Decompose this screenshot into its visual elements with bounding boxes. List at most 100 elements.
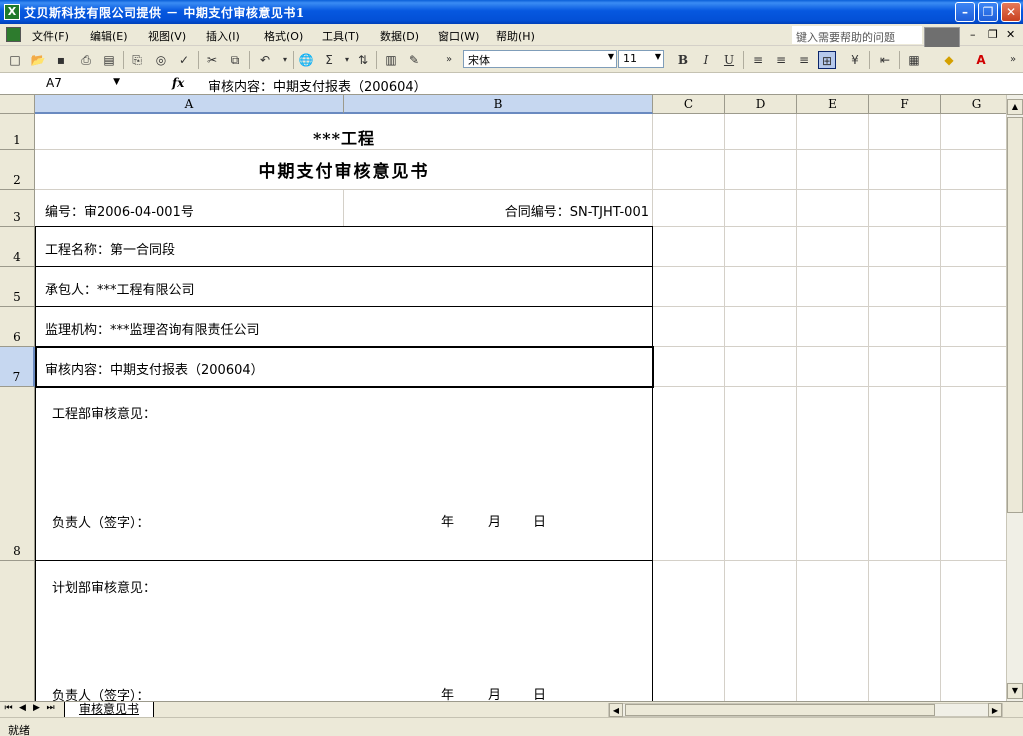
scroll-down-icon[interactable]: ▼ [1007,683,1023,699]
prev-sheet-icon[interactable]: ◀ [16,703,29,713]
align-right-icon[interactable]: ≡ [795,51,813,69]
horizontal-scrollbar[interactable]: ◀ ▶ [608,703,1003,717]
menu-view[interactable]: 视图(V) [148,28,186,44]
insert-function-icon[interactable]: fx [172,76,184,90]
name-box[interactable]: A7 ▼ [2,75,124,93]
row-header-8[interactable]: 8 [0,387,35,561]
cell-engineering-month: 月 [488,515,502,530]
save-icon[interactable]: ▪ [52,51,70,69]
column-header-a[interactable]: A [35,95,344,114]
column-header-b[interactable]: B [344,95,653,114]
workbook-icon[interactable] [6,27,21,42]
toolbar-more-icon[interactable]: » [1004,51,1022,69]
cell-project-name[interactable]: 工程名称：第一合同段 [45,239,175,258]
minimize-button[interactable]: – [955,2,975,22]
font-size-select[interactable]: 11 ▼ [618,50,664,68]
menu-window[interactable]: 窗口(W) [438,28,479,44]
menu-data[interactable]: 数据(D) [380,28,419,44]
column-header-c[interactable]: C [653,95,725,114]
menu-format[interactable]: 格式(O) [264,28,303,44]
borders-icon[interactable]: ▦ [905,51,923,69]
menu-file[interactable]: 文件(F) [32,28,69,44]
menu-help[interactable]: 帮助(H) [496,28,535,44]
cell-form-title[interactable]: 中期支付审核意见书 [35,157,653,182]
font-color-icon[interactable]: A [972,51,990,69]
first-sheet-icon[interactable]: ⏮ [2,703,15,713]
row-header-7[interactable]: 7 [0,347,35,387]
close-button[interactable]: ✕ [1001,2,1021,22]
merge-center-icon[interactable]: ⊞ [818,51,836,69]
last-sheet-icon[interactable]: ⏭ [44,703,57,713]
row-header-4[interactable]: 4 [0,227,35,267]
bold-button[interactable]: B [674,51,692,69]
sheet-tab-review[interactable]: 审核意见书 [64,702,154,718]
row-header-2[interactable]: 2 [0,150,35,190]
menu-insert[interactable]: 插入(I) [206,28,240,44]
print-icon[interactable]: ▤ [100,51,118,69]
currency-icon[interactable]: ¥ [846,51,864,69]
open-icon[interactable]: 📂 [29,51,47,69]
mdi-minimize-icon[interactable]: – [970,28,976,41]
cell-engineering-signature[interactable]: 负责人（签字）： [52,512,150,531]
cut-icon[interactable]: ✂ [203,51,221,69]
row-header-5[interactable]: 5 [0,267,35,307]
name-box-dropdown-icon[interactable]: ▼ [113,77,120,87]
cell-engineering-day: 日 [533,515,547,530]
scroll-up-icon[interactable]: ▲ [1007,99,1023,115]
mdi-restore-icon[interactable]: ❐ [988,28,998,41]
decrease-indent-icon[interactable]: ⇤ [876,51,894,69]
cell-review-content[interactable]: 审核内容：中期支付报表（200604） [45,359,264,378]
align-center-icon[interactable]: ≡ [772,51,790,69]
cell-planning-review[interactable]: 计划部审核意见： [52,577,156,596]
undo-icon[interactable]: ↶ [256,51,274,69]
vertical-scroll-thumb[interactable] [1007,117,1023,513]
drawing-icon[interactable]: ✎ [405,51,423,69]
scroll-left-icon[interactable]: ◀ [609,703,623,717]
row-header-3[interactable]: 3 [0,190,35,227]
menu-edit[interactable]: 编辑(E) [90,28,128,44]
excel-app-icon[interactable]: X [4,4,20,20]
mdi-close-icon[interactable]: ✕ [1006,28,1015,41]
column-header-d[interactable]: D [725,95,797,114]
align-left-icon[interactable]: ≡ [749,51,767,69]
chart-wizard-icon[interactable]: ▥ [382,51,400,69]
cell-engineering-review[interactable]: 工程部审核意见： [52,403,156,422]
column-header-f[interactable]: F [869,95,941,114]
cell-contract-number[interactable]: 合同编号：SN-TJHT-001 [344,201,649,220]
next-sheet-icon[interactable]: ▶ [30,703,43,713]
worksheet-grid[interactable]: A B C D E F G 1 2 3 4 5 6 7 8 9 ***工程 中期… [0,95,1006,701]
horizontal-scroll-thumb[interactable] [625,704,935,716]
row-header-9[interactable]: 9 [0,561,35,701]
permission-icon[interactable]: ⎙ [77,51,95,69]
cell-contractor[interactable]: 承包人：***工程有限公司 [45,279,195,298]
font-name-select[interactable]: 宋体 ▼ [463,50,617,68]
hyperlink-icon[interactable]: 🌐 [297,51,315,69]
sort-ascending-icon[interactable]: ⇅ [354,51,372,69]
column-header-g[interactable]: G [941,95,1006,114]
cell-project-title[interactable]: ***工程 [35,125,653,149]
cell-planning-signature[interactable]: 负责人（签字）： [52,685,150,701]
fill-color-icon[interactable]: ◆ [940,51,958,69]
row-header-1[interactable]: 1 [0,114,35,150]
toolbar-options-icon[interactable]: » [440,51,458,69]
restore-button[interactable]: ❐ [978,2,998,22]
undo-dropdown-icon[interactable]: ▾ [276,51,294,69]
new-icon[interactable]: □ [6,51,24,69]
scroll-right-icon[interactable]: ▶ [988,703,1002,717]
column-header-e[interactable]: E [797,95,869,114]
underline-button[interactable]: U [720,51,738,69]
menu-tools[interactable]: 工具(T) [322,28,359,44]
autosum-icon[interactable]: Σ [320,51,338,69]
spelling-icon[interactable]: ✓ [175,51,193,69]
formula-input[interactable]: 审核内容：中期支付报表（200604） [208,76,427,95]
print-preview-icon[interactable]: ⎘ [128,51,146,69]
select-all-corner[interactable] [0,95,35,114]
copy-icon[interactable]: ⧉ [226,51,244,69]
row-header-6[interactable]: 6 [0,307,35,347]
preview-icon[interactable]: ◎ [152,51,170,69]
italic-button[interactable]: I [697,51,715,69]
vertical-scrollbar[interactable]: ▲ ▼ [1006,95,1023,701]
cell-supervisor[interactable]: 监理机构：***监理咨询有限责任公司 [45,319,260,338]
cell-serial-number[interactable]: 编号：审2006-04-001号 [45,201,194,220]
help-question-input[interactable]: 键入需要帮助的问题 [792,26,922,44]
